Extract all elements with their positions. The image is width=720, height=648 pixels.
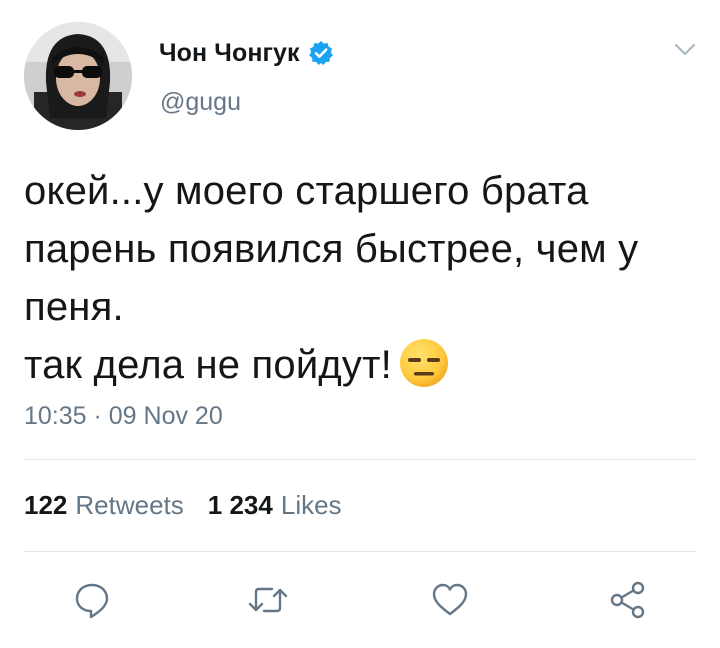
tweet-card: Чон Чонгук @gugu окей...у моего старшего… bbox=[0, 0, 720, 648]
tweet-text-line: окей...у моего старшего брата bbox=[24, 169, 589, 213]
tweet-text-line: пеня. bbox=[24, 285, 124, 329]
tweet-text-line: так дела не пойдут! bbox=[24, 343, 392, 387]
divider bbox=[24, 551, 696, 552]
tweet-text-line: парень появился быстрее, чем у bbox=[24, 227, 639, 271]
likes-count[interactable]: 1 234 bbox=[208, 490, 273, 521]
avatar[interactable] bbox=[24, 22, 132, 130]
likes-label[interactable]: Likes bbox=[281, 490, 342, 521]
tweet-stats: 122 Retweets 1 234 Likes bbox=[24, 490, 342, 521]
reply-button[interactable] bbox=[70, 578, 114, 622]
share-button[interactable] bbox=[606, 578, 650, 622]
avatar-image bbox=[24, 22, 132, 130]
share-icon bbox=[610, 581, 645, 619]
chevron-down-icon[interactable] bbox=[674, 42, 696, 58]
tweet-text: окей...у моего старшего брата парень поя… bbox=[24, 162, 704, 394]
tweet-timestamp[interactable]: 10:35 · 09 Nov 20 bbox=[24, 402, 223, 431]
retweets-count[interactable]: 122 bbox=[24, 490, 67, 521]
expressionless-face-icon bbox=[398, 337, 450, 389]
author-display-name[interactable]: Чон Чонгук bbox=[159, 39, 300, 68]
retweet-button[interactable] bbox=[246, 578, 290, 622]
tweet-text-line-with-emoji: так дела не пойдут! bbox=[24, 336, 704, 394]
author-handle[interactable]: @gugu bbox=[160, 88, 241, 117]
retweet-icon bbox=[248, 587, 288, 613]
reply-icon bbox=[75, 583, 109, 619]
like-icon bbox=[432, 583, 468, 616]
divider bbox=[24, 459, 696, 460]
author-name-row[interactable]: Чон Чонгук bbox=[159, 38, 334, 68]
retweets-label[interactable]: Retweets bbox=[75, 490, 183, 521]
verified-badge-icon bbox=[308, 40, 334, 66]
like-button[interactable] bbox=[428, 578, 472, 622]
